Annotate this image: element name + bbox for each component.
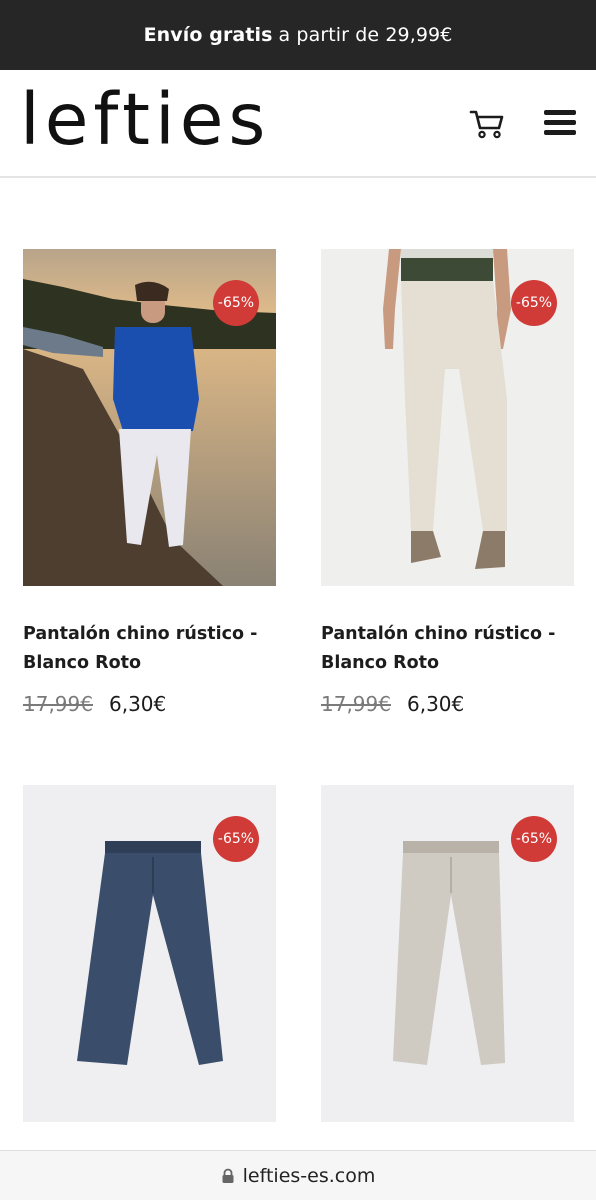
url-text: lefties-es.com — [242, 1164, 376, 1187]
hamburger-menu-icon — [544, 110, 576, 135]
price-row: 17,99€ 6,30€ — [23, 692, 276, 716]
shopping-cart-icon — [469, 110, 504, 139]
product-image[interactable]: -65% — [321, 785, 574, 1122]
price-row: 17,99€ 6,30€ — [321, 692, 574, 716]
browser-url-bar[interactable]: lefties-es.com — [0, 1150, 596, 1200]
discount-badge: -65% — [511, 280, 557, 326]
product-card[interactable]: -65% Pantalón chino rústico - Blanco Rot… — [23, 249, 276, 716]
promo-banner[interactable]: Envío gratis a partir de 29,99€ — [0, 0, 596, 70]
lock-icon — [222, 1168, 234, 1183]
site-header: lefties — [0, 70, 596, 178]
old-price: 17,99€ — [321, 692, 391, 716]
discount-badge: -65% — [213, 280, 259, 326]
product-card[interactable]: -65% — [23, 785, 276, 1122]
product-image[interactable]: -65% — [23, 785, 276, 1122]
menu-button[interactable] — [544, 110, 576, 138]
cart-button[interactable] — [468, 108, 506, 140]
sale-price: 6,30€ — [108, 692, 167, 716]
promo-text: a partir de 29,99€ — [278, 24, 453, 46]
product-image[interactable]: -65% — [321, 249, 574, 586]
discount-badge: -65% — [213, 816, 259, 862]
old-price: 17,99€ — [23, 692, 93, 716]
discount-badge: -65% — [511, 816, 557, 862]
lefties-logo[interactable]: lefties — [20, 84, 270, 155]
product-card[interactable]: -65% Pantalón chino rústico - Blanco Rot… — [321, 249, 574, 716]
product-name[interactable]: Pantalón chino rústico - Blanco Roto — [23, 620, 276, 678]
product-card[interactable]: -65% — [321, 785, 574, 1122]
product-name[interactable]: Pantalón chino rústico - Blanco Roto — [321, 620, 574, 678]
sale-price: 6,30€ — [406, 692, 465, 716]
product-image[interactable]: -65% — [23, 249, 276, 586]
promo-bold-text: Envío gratis — [143, 24, 273, 46]
